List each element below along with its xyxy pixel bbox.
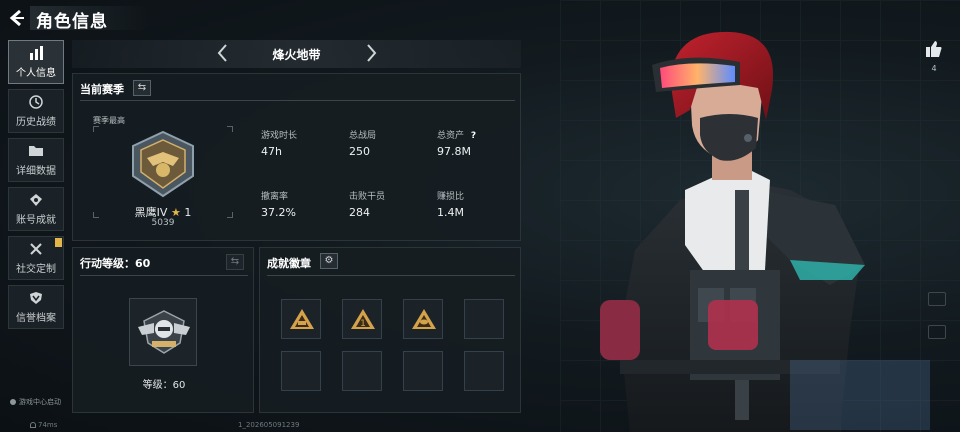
clock-icon <box>28 94 44 109</box>
shield-icon <box>28 291 44 305</box>
swap-icon: ⇆ <box>230 256 240 267</box>
level-emblem-box <box>129 298 197 366</box>
achievement-slot-empty[interactable] <box>342 351 382 391</box>
sidebar-item-label: 个人信息 <box>16 67 56 79</box>
achievements-panel: 成就徽章 ⚙ 1 <box>259 247 521 413</box>
back-arrow-icon <box>9 9 24 27</box>
mode-selector: 烽火地带 <box>72 40 521 68</box>
rank-emblem-icon <box>132 130 194 198</box>
stat-value-extraction-rate: 37.2% <box>261 206 296 219</box>
latency: 74ms <box>38 421 58 429</box>
like-button[interactable]: 4 <box>922 40 946 73</box>
page-title: 角色信息 <box>36 12 108 32</box>
season-switch-button[interactable]: ⇆ <box>133 80 151 96</box>
like-count: 4 <box>931 64 937 73</box>
sidebar-item-label: 详细数据 <box>16 165 56 177</box>
achievements-settings-button[interactable]: ⚙ <box>320 253 338 269</box>
notification-badge <box>55 238 62 247</box>
swap-icon: ⇆ <box>137 82 147 93</box>
bar-chart-icon <box>28 45 44 60</box>
sidebar-item-label: 信誉档案 <box>16 312 56 324</box>
character-portrait <box>600 31 930 432</box>
stat-label-extraction-rate: 撤离率 <box>261 192 289 202</box>
build-id: 1_202605091239 <box>238 421 300 429</box>
action-level-switch-button[interactable]: ⇆ <box>226 254 244 270</box>
game-center-status[interactable]: 游戏中心启动 <box>10 397 61 407</box>
stat-value-profit-loss: 1.4M <box>437 206 464 219</box>
stat-value-total-matches: 250 <box>349 145 370 158</box>
rank-box: 黑鹰IV ★ 1 <box>93 126 233 219</box>
sidebar-item-achievements[interactable]: 账号成就 <box>8 187 64 231</box>
achievement-slot[interactable] <box>281 299 321 339</box>
sidebar-item-history[interactable]: 历史战绩 <box>8 89 64 133</box>
stat-value-operators-defeated: 284 <box>349 206 370 219</box>
back-button[interactable] <box>8 9 26 27</box>
share-icon[interactable] <box>928 325 946 339</box>
wifi-icon <box>30 422 36 428</box>
level-label: 等级：60 <box>142 380 186 391</box>
divider <box>80 275 248 276</box>
achievement-slot-empty[interactable] <box>464 351 504 391</box>
sidebar-item-label: 社交定制 <box>16 263 56 275</box>
stat-label-playtime: 游戏时长 <box>261 131 298 141</box>
gear-icon: ⚙ <box>324 255 334 266</box>
season-panel: 当前赛季 ⇆ 赛季最高 黑鹰IV ★ 1 5039 游戏时长 47h 总战局 2… <box>72 73 521 241</box>
help-icon[interactable]: ? <box>471 131 476 141</box>
mode-name: 烽火地带 <box>272 48 321 62</box>
season-title: 当前赛季 <box>80 83 124 96</box>
sidebar-item-details[interactable]: 详细数据 <box>8 138 64 182</box>
achievement-slot-empty[interactable] <box>281 351 321 391</box>
next-mode-button[interactable] <box>362 43 382 65</box>
sidebar-item-social[interactable]: 社交定制 <box>8 236 64 280</box>
folder-icon <box>28 144 44 158</box>
stat-value-total-assets: 97.8M <box>437 145 471 158</box>
stat-label-total-assets: 总资产 ? <box>437 128 476 141</box>
thumbs-up-icon <box>926 41 942 57</box>
action-level-title: 行动等级：60 <box>80 257 151 270</box>
chevron-right-icon <box>367 44 377 62</box>
achievement-slot-empty[interactable] <box>464 299 504 339</box>
season-best-label: 赛季最高 <box>93 116 125 125</box>
top-bar: 角色信息 <box>0 0 960 36</box>
frame-corner <box>93 126 99 132</box>
achievement-badge-icon <box>412 309 436 329</box>
achievements-title: 成就徽章 <box>267 257 311 270</box>
sidebar-item-label: 历史战绩 <box>16 116 56 128</box>
sidebar: 个人信息 历史战绩 详细数据 账号成就 社交定制 信誉档案 <box>8 40 64 334</box>
status-footer: 74ms 1_202605091239 <box>0 420 560 432</box>
stat-label-operators-defeated: 击败干员 <box>349 192 386 202</box>
achievement-badge-icon: 1 <box>351 309 375 329</box>
game-center-icon <box>10 399 16 405</box>
frame-corner <box>227 126 233 132</box>
divider <box>80 100 515 101</box>
game-center-label: 游戏中心启动 <box>19 398 61 406</box>
achievement-slot[interactable] <box>403 299 443 339</box>
sidebar-item-label: 账号成就 <box>16 214 56 226</box>
medal-icon <box>28 193 44 207</box>
divider <box>267 275 515 276</box>
rank-score: 5039 <box>151 218 175 228</box>
sidebar-item-reputation[interactable]: 信誉档案 <box>8 285 64 329</box>
action-level-panel: 行动等级：60 ⇆ 等级：60 <box>72 247 254 413</box>
stat-label-text: 总资产 <box>437 131 465 141</box>
achievement-slot[interactable]: 1 <box>342 299 382 339</box>
svg-text:1: 1 <box>360 319 366 329</box>
stat-label-profit-loss: 赚损比 <box>437 192 465 202</box>
achievement-slot-empty[interactable] <box>403 351 443 391</box>
camera-icon[interactable] <box>928 292 946 306</box>
tools-icon <box>28 242 44 256</box>
stat-label-total-matches: 总战局 <box>349 131 377 141</box>
achievement-badge-icon <box>290 309 314 329</box>
level-emblem-icon <box>138 310 190 354</box>
stat-value-playtime: 47h <box>261 145 282 158</box>
sidebar-item-personal-info[interactable]: 个人信息 <box>8 40 64 84</box>
